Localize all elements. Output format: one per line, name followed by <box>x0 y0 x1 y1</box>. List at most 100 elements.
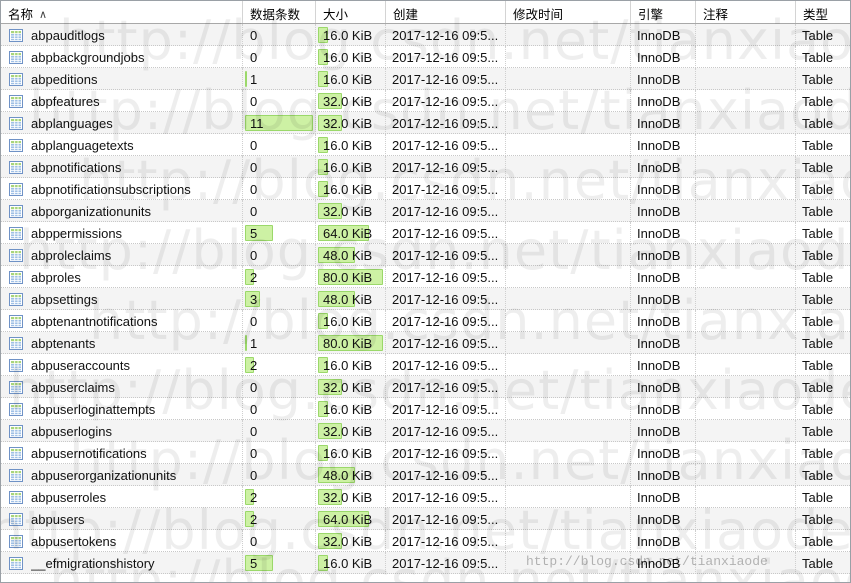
cell-name[interactable]: __efmigrationshistory <box>1 552 243 574</box>
table-row[interactable]: abporganizationunits 0 32.0 KiB 2017-12-16 … <box>1 200 850 222</box>
cell-modified[interactable] <box>506 376 631 398</box>
cell-rows[interactable]: 5 <box>243 222 316 244</box>
cell-created[interactable]: 2017-12-16 09:5... <box>386 420 506 442</box>
cell-name[interactable]: abpsettings <box>1 288 243 310</box>
cell-name[interactable]: abpnotificationsubscriptions <box>1 178 243 200</box>
cell-type[interactable]: Table <box>796 156 850 178</box>
table-row[interactable]: abpauditlogs 0 16.0 KiB 2017-12-16 09:5... I… <box>1 24 850 46</box>
cell-rows[interactable]: 0 <box>243 530 316 552</box>
column-header-name[interactable]: 名称 ∧ <box>1 1 243 23</box>
cell-modified[interactable] <box>506 244 631 266</box>
cell-modified[interactable] <box>506 288 631 310</box>
cell-size[interactable]: 48.0 KiB <box>316 464 386 486</box>
cell-size[interactable]: 32.0 KiB <box>316 420 386 442</box>
cell-modified[interactable] <box>506 178 631 200</box>
cell-engine[interactable]: InnoDB <box>631 398 696 420</box>
cell-created[interactable]: 2017-12-16 09:5... <box>386 178 506 200</box>
cell-comment[interactable] <box>696 420 796 442</box>
cell-size[interactable]: 80.0 KiB <box>316 266 386 288</box>
cell-name[interactable]: abpeditions <box>1 68 243 90</box>
cell-size[interactable]: 16.0 KiB <box>316 178 386 200</box>
cell-rows[interactable]: 3 <box>243 288 316 310</box>
cell-size[interactable]: 48.0 KiB <box>316 288 386 310</box>
table-row[interactable]: __efmigrationshistory 5 16.0 KiB 2017-12-16… <box>1 552 850 574</box>
cell-comment[interactable] <box>696 200 796 222</box>
cell-modified[interactable] <box>506 112 631 134</box>
cell-modified[interactable] <box>506 90 631 112</box>
cell-size[interactable]: 32.0 KiB <box>316 530 386 552</box>
cell-name[interactable]: abproles <box>1 266 243 288</box>
cell-type[interactable]: Table <box>796 442 850 464</box>
cell-size[interactable]: 80.0 KiB <box>316 332 386 354</box>
cell-rows[interactable]: 11 <box>243 112 316 134</box>
cell-created[interactable]: 2017-12-16 09:5... <box>386 530 506 552</box>
cell-name[interactable]: abpauditlogs <box>1 24 243 46</box>
cell-name[interactable]: abporganizationunits <box>1 200 243 222</box>
table-row[interactable]: abppermissions 5 64.0 KiB 2017-12-16 09:5..… <box>1 222 850 244</box>
cell-name[interactable]: abplanguages <box>1 112 243 134</box>
cell-rows[interactable]: 0 <box>243 310 316 332</box>
cell-size[interactable]: 16.0 KiB <box>316 46 386 68</box>
table-row[interactable]: abproleclaims 0 48.0 KiB 2017-12-16 09:5...… <box>1 244 850 266</box>
cell-name[interactable]: abpnotifications <box>1 156 243 178</box>
column-header-type[interactable]: 类型 <box>796 1 850 23</box>
table-row[interactable]: abpuserlogins 0 32.0 KiB 2017-12-16 09:5...… <box>1 420 850 442</box>
table-row[interactable]: abpuserorganizationunits 0 48.0 KiB 2017-12… <box>1 464 850 486</box>
table-row[interactable]: abplanguagetexts 0 16.0 KiB 2017-12-16 09:5… <box>1 134 850 156</box>
cell-size[interactable]: 16.0 KiB <box>316 68 386 90</box>
cell-name[interactable]: abppermissions <box>1 222 243 244</box>
cell-created[interactable]: 2017-12-16 09:5... <box>386 464 506 486</box>
cell-created[interactable]: 2017-12-16 09:5... <box>386 310 506 332</box>
column-header-comment[interactable]: 注释 <box>696 1 796 23</box>
cell-type[interactable]: Table <box>796 332 850 354</box>
cell-created[interactable]: 2017-12-16 09:5... <box>386 552 506 574</box>
cell-comment[interactable] <box>696 310 796 332</box>
cell-type[interactable]: Table <box>796 530 850 552</box>
cell-created[interactable]: 2017-12-16 09:5... <box>386 398 506 420</box>
cell-name[interactable]: abpbackgroundjobs <box>1 46 243 68</box>
cell-modified[interactable] <box>506 310 631 332</box>
cell-created[interactable]: 2017-12-16 09:5... <box>386 376 506 398</box>
cell-type[interactable]: Table <box>796 244 850 266</box>
cell-name[interactable]: abproleclaims <box>1 244 243 266</box>
cell-size[interactable]: 32.0 KiB <box>316 200 386 222</box>
cell-comment[interactable] <box>696 332 796 354</box>
cell-name[interactable]: abpusers <box>1 508 243 530</box>
cell-name[interactable]: abpuseraccounts <box>1 354 243 376</box>
cell-created[interactable]: 2017-12-16 09:5... <box>386 112 506 134</box>
cell-comment[interactable] <box>696 442 796 464</box>
cell-engine[interactable]: InnoDB <box>631 266 696 288</box>
cell-modified[interactable] <box>506 420 631 442</box>
cell-rows[interactable]: 2 <box>243 486 316 508</box>
cell-engine[interactable]: InnoDB <box>631 68 696 90</box>
table-row[interactable]: abpusertokens 0 32.0 KiB 2017-12-16 09:5...… <box>1 530 850 552</box>
cell-created[interactable]: 2017-12-16 09:5... <box>386 24 506 46</box>
cell-engine[interactable]: InnoDB <box>631 442 696 464</box>
cell-name[interactable]: abpuserclaims <box>1 376 243 398</box>
cell-comment[interactable] <box>696 464 796 486</box>
cell-type[interactable]: Table <box>796 266 850 288</box>
cell-rows[interactable]: 0 <box>243 46 316 68</box>
cell-created[interactable]: 2017-12-16 09:5... <box>386 156 506 178</box>
cell-size[interactable]: 16.0 KiB <box>316 442 386 464</box>
cell-comment[interactable] <box>696 156 796 178</box>
cell-rows[interactable]: 2 <box>243 354 316 376</box>
cell-created[interactable]: 2017-12-16 09:5... <box>386 442 506 464</box>
cell-engine[interactable]: InnoDB <box>631 112 696 134</box>
cell-engine[interactable]: InnoDB <box>631 288 696 310</box>
cell-rows[interactable]: 0 <box>243 376 316 398</box>
cell-modified[interactable] <box>506 508 631 530</box>
table-row[interactable]: abpuseraccounts 2 16.0 KiB 2017-12-16 09:5.… <box>1 354 850 376</box>
cell-modified[interactable] <box>506 156 631 178</box>
cell-comment[interactable] <box>696 552 796 574</box>
cell-size[interactable]: 16.0 KiB <box>316 134 386 156</box>
cell-rows[interactable]: 0 <box>243 244 316 266</box>
cell-engine[interactable]: InnoDB <box>631 530 696 552</box>
cell-comment[interactable] <box>696 134 796 156</box>
cell-size[interactable]: 64.0 KiB <box>316 508 386 530</box>
cell-type[interactable]: Table <box>796 398 850 420</box>
cell-modified[interactable] <box>506 46 631 68</box>
cell-engine[interactable]: InnoDB <box>631 420 696 442</box>
cell-size[interactable]: 32.0 KiB <box>316 486 386 508</box>
cell-size[interactable]: 16.0 KiB <box>316 156 386 178</box>
